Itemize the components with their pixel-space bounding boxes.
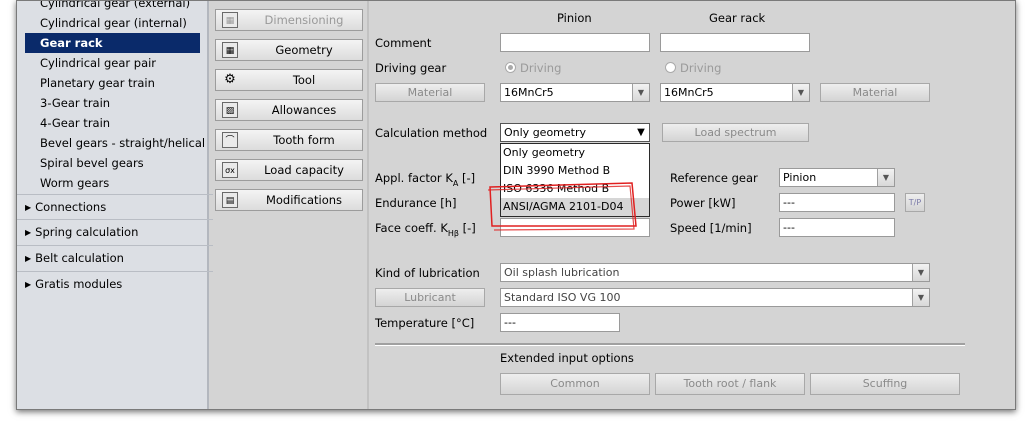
- face-coefficient-label: Face coeff. KHβ [-]: [375, 221, 476, 238]
- sidebar-group-belt[interactable]: ▶ Belt calculation: [17, 245, 213, 270]
- sidebar-item-cylindrical-internal[interactable]: Cylindrical gear (internal): [25, 13, 200, 33]
- chevron-down-icon: ▼: [632, 84, 649, 101]
- tooth-root-flank-button[interactable]: Tooth root / flank: [655, 373, 805, 395]
- material-rack-select[interactable]: 16MnCr5 ▼: [660, 83, 810, 102]
- dimensioning-button[interactable]: ▦ Dimensioning: [215, 9, 363, 31]
- chevron-down-icon: ▼: [912, 289, 929, 306]
- sidebar-item-cylindrical-pair[interactable]: Cylindrical gear pair: [25, 53, 200, 73]
- load-capacity-icon: σx: [222, 162, 238, 178]
- sidebar-item-cylindrical-external[interactable]: Cylindrical gear (external): [25, 1, 200, 13]
- reference-gear-label: Reference gear: [670, 171, 758, 185]
- speed-label: Speed [1/min]: [670, 221, 752, 235]
- gear-tool-icon: ⚙: [224, 72, 236, 87]
- grid-icon: ▦: [222, 42, 238, 58]
- lubricant-button[interactable]: Lubricant: [375, 288, 485, 307]
- reference-gear-select[interactable]: Pinion ▼: [779, 168, 895, 187]
- radio-dot-icon: [505, 62, 516, 73]
- tooth-form-icon: ⌒: [222, 132, 238, 148]
- calculation-method-select[interactable]: Only geometry ▼: [500, 123, 650, 142]
- material-button[interactable]: Material: [375, 83, 485, 102]
- calculation-method-label: Calculation method: [375, 126, 488, 140]
- face-coefficient-input[interactable]: [500, 218, 650, 237]
- sidebar-group-gratis[interactable]: ▶ Gratis modules: [17, 271, 213, 296]
- comment-label: Comment: [375, 36, 432, 50]
- comment-rack-input[interactable]: [660, 33, 810, 52]
- power-input[interactable]: ---: [779, 193, 895, 212]
- expand-triangle-icon: ▶: [25, 254, 32, 263]
- sidebar-item-worm-gears[interactable]: Worm gears: [25, 173, 200, 193]
- chevron-down-icon: ▼: [912, 264, 929, 281]
- option-iso-6336[interactable]: ISO 6336 Method B: [501, 180, 649, 198]
- application-factor-label: Appl. factor KA [-]: [375, 171, 476, 188]
- power-label: Power [kW]: [670, 196, 736, 210]
- tool-button[interactable]: ⚙ Tool: [215, 69, 363, 91]
- sidebar-item-planetary[interactable]: Planetary gear train: [25, 73, 200, 93]
- lubricant-select[interactable]: Standard ISO VG 100 ▼: [500, 288, 930, 307]
- driving-pinion-radio[interactable]: Driving: [505, 61, 561, 75]
- sidebar-item-3-gear-train[interactable]: 3-Gear train: [25, 93, 200, 113]
- sidebar-item-4-gear-train[interactable]: 4-Gear train: [25, 113, 200, 133]
- chevron-down-icon: ▼: [792, 84, 809, 101]
- geometry-button[interactable]: ▦ Geometry: [215, 39, 363, 61]
- endurance-label: Endurance [h]: [375, 196, 457, 210]
- sidebar-group-spring[interactable]: ▶ Spring calculation: [17, 219, 213, 244]
- modifications-button[interactable]: ▤ Modifications: [215, 189, 363, 211]
- column-header-pinion: Pinion: [557, 11, 592, 25]
- sidebar: Cylindrical gear (external) Cylindrical …: [17, 1, 213, 409]
- temperature-label: Temperature [°C]: [375, 316, 475, 330]
- load-capacity-button[interactable]: σx Load capacity: [215, 159, 363, 181]
- expand-triangle-icon: ▶: [25, 280, 32, 289]
- expand-triangle-icon: ▶: [25, 203, 32, 212]
- material-pinion-select[interactable]: 16MnCr5 ▼: [500, 83, 650, 102]
- allowances-icon: ▨: [222, 102, 238, 118]
- dimensioning-icon: ▦: [222, 12, 238, 28]
- column-header-gear-rack: Gear rack: [709, 11, 766, 25]
- extended-options-label: Extended input options: [500, 351, 634, 365]
- driving-gear-label: Driving gear: [375, 61, 447, 75]
- material-rack-button[interactable]: Material: [820, 83, 930, 102]
- driving-rack-radio[interactable]: Driving: [665, 61, 721, 75]
- speed-input[interactable]: ---: [779, 218, 895, 237]
- modifications-icon: ▤: [222, 192, 238, 208]
- load-spectrum-button[interactable]: Load spectrum: [662, 123, 809, 142]
- lubrication-label: Kind of lubrication: [375, 266, 480, 280]
- allowances-button[interactable]: ▨ Allowances: [215, 99, 363, 121]
- sidebar-item-bevel-gears[interactable]: Bevel gears - straight/helical: [25, 133, 205, 153]
- tooth-form-button[interactable]: ⌒ Tooth form: [215, 129, 363, 151]
- lubrication-select[interactable]: Oil splash lubrication ▼: [500, 263, 930, 282]
- option-only-geometry[interactable]: Only geometry: [501, 144, 649, 162]
- section-divider: [375, 343, 965, 346]
- sidebar-item-spiral-bevel[interactable]: Spiral bevel gears: [25, 153, 200, 173]
- scuffing-button[interactable]: Scuffing: [810, 373, 960, 395]
- sidebar-group-connections[interactable]: ▶ Connections: [17, 194, 213, 219]
- radio-dot-icon: [665, 62, 676, 73]
- torque-power-button[interactable]: T/P: [905, 193, 925, 212]
- comment-pinion-input[interactable]: [500, 33, 650, 52]
- calculation-method-dropdown: Only geometry DIN 3990 Method B ISO 6336…: [500, 143, 650, 217]
- temperature-input[interactable]: ---: [500, 313, 620, 332]
- option-din-3990[interactable]: DIN 3990 Method B: [501, 162, 649, 180]
- expand-triangle-icon: ▶: [25, 228, 32, 237]
- common-button[interactable]: Common: [500, 373, 650, 395]
- option-ansi-agma[interactable]: ANSI/AGMA 2101-D04: [501, 198, 649, 216]
- sidebar-item-gear-rack[interactable]: Gear rack: [25, 33, 200, 53]
- chevron-down-icon: ▼: [633, 124, 649, 141]
- chevron-down-icon: ▼: [877, 169, 894, 186]
